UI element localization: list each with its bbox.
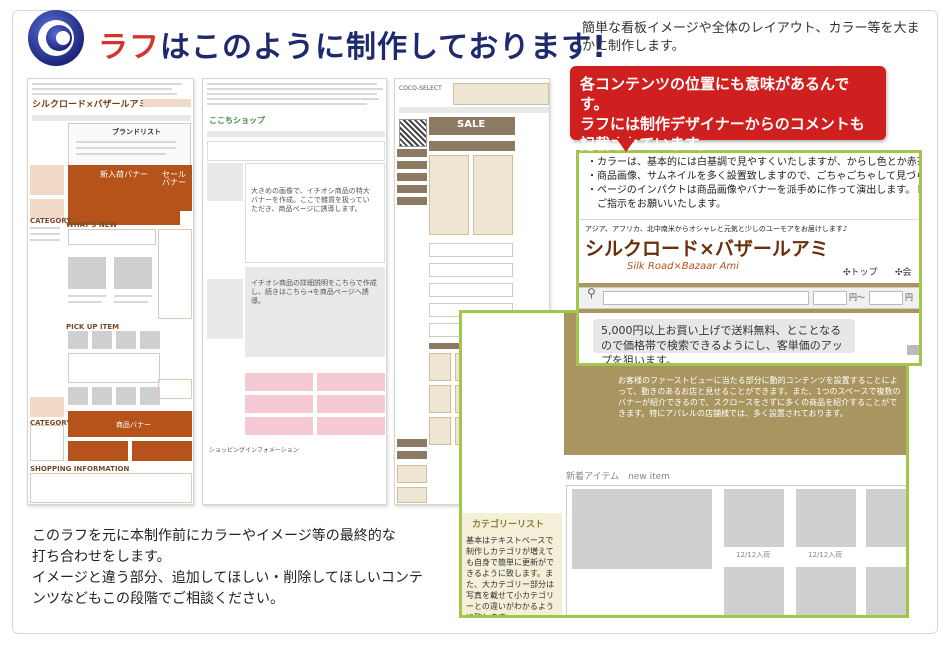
intro-text: 簡単な看板イメージや全体のレイアウト、カラー等を大まかに制作します。	[582, 21, 920, 54]
nav-top-label: トップ	[850, 268, 878, 278]
search-input[interactable]	[603, 291, 809, 305]
rough-logo: シルクロード×バザールアミ	[32, 100, 148, 110]
callout-line-1: 各コンテンツの位置にも意味があるんです。	[580, 75, 850, 113]
first-view-banner-text: お客様のファーストビューに当たる部分に動的コンテンツを設置することによって、動き…	[618, 376, 901, 418]
footer-line-3: イメージと違う部分、追加してほしい・削除してほしいコンテ	[32, 570, 423, 586]
sale-banner-label: セール バナー	[162, 170, 186, 187]
shopping-info-footer: ショッピングインフォメーション	[209, 447, 299, 454]
callout-line-2: ラフには制作デザイナーからのコメントも	[580, 115, 865, 133]
comment-bullet-3: ・ページのインパクトは商品画像やバナーを派手めに作って演出します。トップ	[587, 185, 922, 196]
new-item-caption-1: 12/12入荷	[736, 551, 771, 559]
product-banner-label-1: 商品バナー	[116, 421, 151, 429]
nav-more-label: 会	[902, 268, 912, 278]
title-accent: ラフ	[98, 30, 160, 65]
category-list-title: カテゴリーリスト	[472, 520, 545, 530]
rough-thumbnail-1: シルクロード×バザールアミ ブランドリスト 新入荷バナー セール バナー CAT…	[27, 78, 194, 505]
footer-line-2: 打ち合わせをします。	[32, 549, 171, 565]
shopping-info-label: SHOPPING INFORMATION	[30, 465, 130, 473]
comment-bullet-1: ・カラーは、基本的には白基調で見やすくいたしますが、からし色とか赤茶色	[587, 157, 922, 168]
search-magnifier-icon: ⚲	[587, 286, 596, 300]
min-price-input[interactable]	[813, 291, 847, 305]
price-search-note: 5,000円以上お買い上げで送料無料、とことなるので価格帯で検索できるようにし、…	[593, 319, 855, 363]
title-rest: はこのように制作しております!	[160, 30, 607, 65]
yen-from-label: 円〜	[849, 293, 865, 302]
nav-more-link[interactable]: ✣会	[895, 268, 912, 278]
pickup-label: PICK UP ITEM	[66, 323, 120, 331]
comment-bullet-2: ・商品画像、サムネイルを多く設置致しますので、ごちゃごちゃして見づらくな	[587, 171, 922, 182]
shop-label: COCO-SELECT	[399, 85, 442, 92]
shop-logo-sub: Silk Road×Bazaar Ami	[627, 261, 739, 272]
callout-tail	[616, 138, 636, 152]
logo-circle-icon	[28, 10, 84, 66]
category-list-text: 基本はテキストベースで制作しカテゴリが増えても自身で簡単に更新ができるように致し…	[466, 536, 554, 618]
shop-name: ここちショップ	[209, 116, 265, 125]
footer-line-4: ンツなどもこの段階でご相談ください。	[32, 591, 284, 607]
rough-thumbnail-2: ここちショップ 大きめの画像で、イチオシ商品の特大バナーを作成。ここで雑貨を扱っ…	[202, 78, 387, 505]
brand-list-label: ブランドリスト	[112, 128, 161, 136]
max-price-input[interactable]	[869, 291, 903, 305]
shop-logo: シルクロード×バザールアミ	[585, 238, 829, 260]
new-item-heading: 新着アイテム new item	[566, 472, 670, 482]
main-banner-text: 大きめの画像で、イチオシ商品の特大バナーを作成。ここで雑貨を扱っていただき、商品…	[251, 187, 370, 213]
shop-tagline: アジア、アフリカ、北中南米からオシャレと元気と少しのユーモアをお届けします♪	[585, 225, 848, 233]
whats-new-label: WHAT'S NEW	[66, 221, 118, 229]
yen-to-label: 円	[905, 293, 913, 302]
footer-line-1: このラフを元に本制作前にカラーやイメージ等の最終的な	[32, 528, 396, 544]
sale-label: SALE	[457, 119, 486, 130]
detail-banner-text: イチオシ商品の詳細説明をこちらで作成し、続きはこちら→を商品ページへ誘導。	[251, 279, 377, 305]
nav-top-link[interactable]: ✣トップ	[843, 268, 878, 278]
page-title: ラフはこのように制作しております!	[98, 22, 607, 66]
designer-comment-callout: 各コンテンツの位置にも意味があるんです。 ラフには制作デザイナーからのコメントも…	[570, 66, 886, 153]
comment-bullet-4: ご指示をお願いいたします。	[587, 199, 726, 210]
zoom-panel: ・カラーは、基本的には白基調で見やすくいたしますが、からし色とか赤茶色 ・商品画…	[576, 150, 922, 366]
new-arrival-banner-label: 新入荷バナー	[100, 170, 148, 179]
new-item-caption-2: 12/12入荷	[808, 551, 843, 559]
footer-text: このラフを元に本制作前にカラーやイメージ等の最終的な 打ち合わせをします。 イメ…	[32, 526, 452, 610]
